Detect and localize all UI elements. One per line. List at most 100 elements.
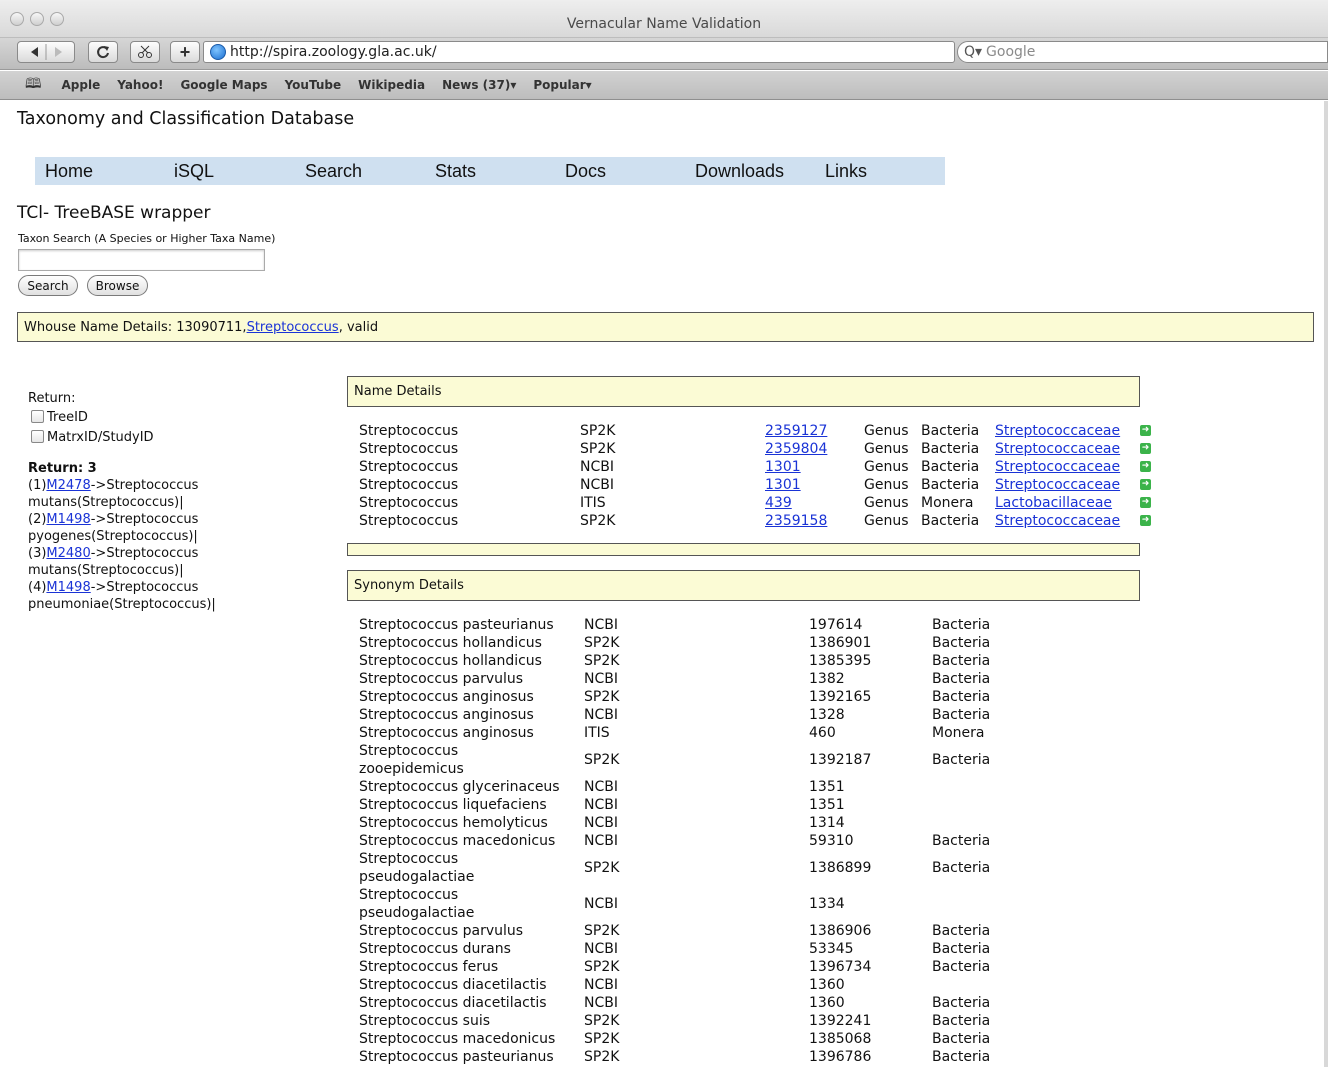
go-arrow-icon[interactable]: ➜ — [1140, 425, 1151, 436]
kingdom: Bacteria — [932, 707, 991, 723]
nav-links[interactable]: Links — [825, 161, 867, 182]
open-book-icon[interactable]: 🕮 — [25, 73, 42, 97]
whouse-taxon-link[interactable]: Streptococcus — [247, 320, 339, 335]
result-item-continued: pneumoniae(Streptococcus)| — [28, 597, 216, 612]
rank: Genus — [864, 477, 909, 493]
add-bookmark-button[interactable]: + — [170, 41, 200, 63]
search-button[interactable]: Search — [18, 275, 78, 296]
synonym-id: 1396734 — [809, 959, 872, 975]
result-matrix-link[interactable]: M1498 — [46, 512, 90, 527]
result-matrix-link[interactable]: M1498 — [46, 580, 90, 595]
synonym-name: Streptococcus hollandicus — [359, 653, 542, 669]
kingdom: Bacteria — [932, 860, 991, 876]
bookmark-yahoo[interactable]: Yahoo! — [117, 78, 163, 92]
family-link[interactable]: Streptococcaceae — [995, 512, 1120, 530]
whouse-prefix: Whouse Name Details: 13090711, — [24, 319, 247, 335]
kingdom: Bacteria — [932, 752, 991, 768]
globe-icon — [210, 44, 226, 60]
family-link[interactable]: Streptococcaceae — [995, 476, 1120, 494]
source: SP2K — [580, 441, 616, 457]
result-item: (4)M1498->Streptococcus — [28, 579, 216, 596]
synonym-name-continued: pseudogalactiae — [359, 905, 475, 921]
nav-downloads[interactable]: Downloads — [695, 161, 784, 182]
result-item-continued: pyogenes(Streptococcus)| — [28, 529, 198, 544]
result-matrix-link[interactable]: M2480 — [46, 546, 90, 561]
family-link[interactable]: Streptococcaceae — [995, 422, 1120, 440]
synonym-name: Streptococcus parvulus — [359, 923, 524, 939]
rank: Genus — [864, 513, 909, 529]
treeid-checkbox[interactable] — [31, 410, 44, 423]
synonym-id: 1392187 — [809, 752, 872, 768]
source: SP2K — [584, 653, 620, 669]
family-link[interactable]: Lactobacillaceae — [995, 494, 1112, 512]
synonym-id: 59310 — [809, 833, 854, 849]
go-arrow-icon[interactable]: ➜ — [1140, 479, 1151, 490]
synonym-id: 1351 — [809, 779, 845, 795]
synonym-name: Streptococcus glycerinaceus — [359, 779, 560, 795]
nav-search[interactable]: Search — [305, 161, 362, 182]
source: SP2K — [584, 1013, 620, 1029]
result-index: (1) — [28, 478, 47, 493]
taxon-search-input[interactable] — [18, 249, 265, 271]
result-matrix-link[interactable]: M2478 — [46, 478, 90, 493]
source: SP2K — [584, 752, 620, 768]
kingdom: Bacteria — [932, 617, 991, 633]
nav-home[interactable]: Home — [45, 161, 93, 182]
matrxid-checkbox[interactable] — [31, 430, 44, 443]
source: NCBI — [584, 707, 618, 723]
nav-isql[interactable]: iSQL — [174, 161, 214, 182]
go-arrow-icon[interactable]: ➜ — [1140, 461, 1151, 472]
reload-icon — [97, 46, 109, 59]
option-treeid[interactable]: TreeID — [27, 409, 216, 426]
taxon-id-link[interactable]: 2359127 — [765, 422, 827, 440]
go-arrow-icon[interactable]: ➜ — [1140, 443, 1151, 454]
kingdom: Bacteria — [932, 959, 991, 975]
taxon-id-link[interactable]: 2359158 — [765, 512, 827, 530]
bookmark-popular[interactable]: Popular▾ — [533, 78, 591, 92]
back-forward-buttons[interactable] — [17, 41, 75, 63]
taxon-id-link[interactable]: 2359804 — [765, 440, 827, 458]
family-link[interactable]: Streptococcaceae — [995, 440, 1120, 458]
synonym-name-continued: pseudogalactiae — [359, 869, 475, 885]
name-details-table: Streptococcus SP2K 2359127 Genus Bacteria Str… — [359, 422, 1159, 532]
bookmark-apple[interactable]: Apple — [62, 78, 101, 92]
nav-docs[interactable]: Docs — [565, 161, 606, 182]
source: NCBI — [584, 896, 618, 912]
synonym-id: 1360 — [809, 995, 845, 1011]
search-field[interactable]: Q▾ Google — [957, 41, 1328, 63]
plus-icon: + — [179, 41, 191, 62]
taxon-id-link[interactable]: 1301 — [765, 458, 801, 476]
bookmark-youtube[interactable]: YouTube — [285, 78, 342, 92]
option-matrxid[interactable]: MatrxID/StudyID — [27, 429, 216, 446]
result-item-continued: mutans(Streptococcus)| — [28, 495, 184, 510]
bookmark-wikipedia[interactable]: Wikipedia — [358, 78, 425, 92]
synonym-name: Streptococcus — [359, 887, 459, 903]
result-text: ->Streptococcus — [90, 512, 199, 527]
snip-button[interactable] — [130, 41, 160, 63]
vertical-scrollbar[interactable] — [1324, 101, 1328, 1067]
synonym-name: Streptococcus macedonicus — [359, 833, 556, 849]
source: ITIS — [584, 725, 610, 741]
go-arrow-icon[interactable]: ➜ — [1140, 515, 1151, 526]
taxon-id-link[interactable]: 439 — [765, 494, 792, 512]
family-link[interactable]: Streptococcaceae — [995, 458, 1120, 476]
kingdom: Bacteria — [932, 833, 991, 849]
bookmark-news[interactable]: News (37)▾ — [442, 78, 516, 92]
nav-stats[interactable]: Stats — [435, 161, 476, 182]
browse-button[interactable]: Browse — [87, 275, 148, 296]
synonym-name: Streptococcus diacetilactis — [359, 977, 547, 993]
synonym-id: 1351 — [809, 797, 845, 813]
address-bar[interactable]: http://spira.zoology.gla.ac.uk/ — [203, 41, 955, 63]
go-arrow-icon[interactable]: ➜ — [1140, 497, 1151, 508]
synonym-name: Streptococcus hollandicus — [359, 635, 542, 651]
name-details-header: Name Details — [347, 376, 1140, 407]
taxon-name: Streptococcus — [359, 459, 459, 475]
result-index: (4) — [28, 580, 47, 595]
bookmark-google-maps[interactable]: Google Maps — [180, 78, 267, 92]
reload-button[interactable] — [88, 41, 118, 63]
source: NCBI — [584, 815, 618, 831]
window-title: Vernacular Name Validation — [566, 16, 762, 32]
synonym-name: Streptococcus durans — [359, 941, 511, 957]
result-item: (1)M2478->Streptococcus — [28, 477, 216, 494]
taxon-id-link[interactable]: 1301 — [765, 476, 801, 494]
